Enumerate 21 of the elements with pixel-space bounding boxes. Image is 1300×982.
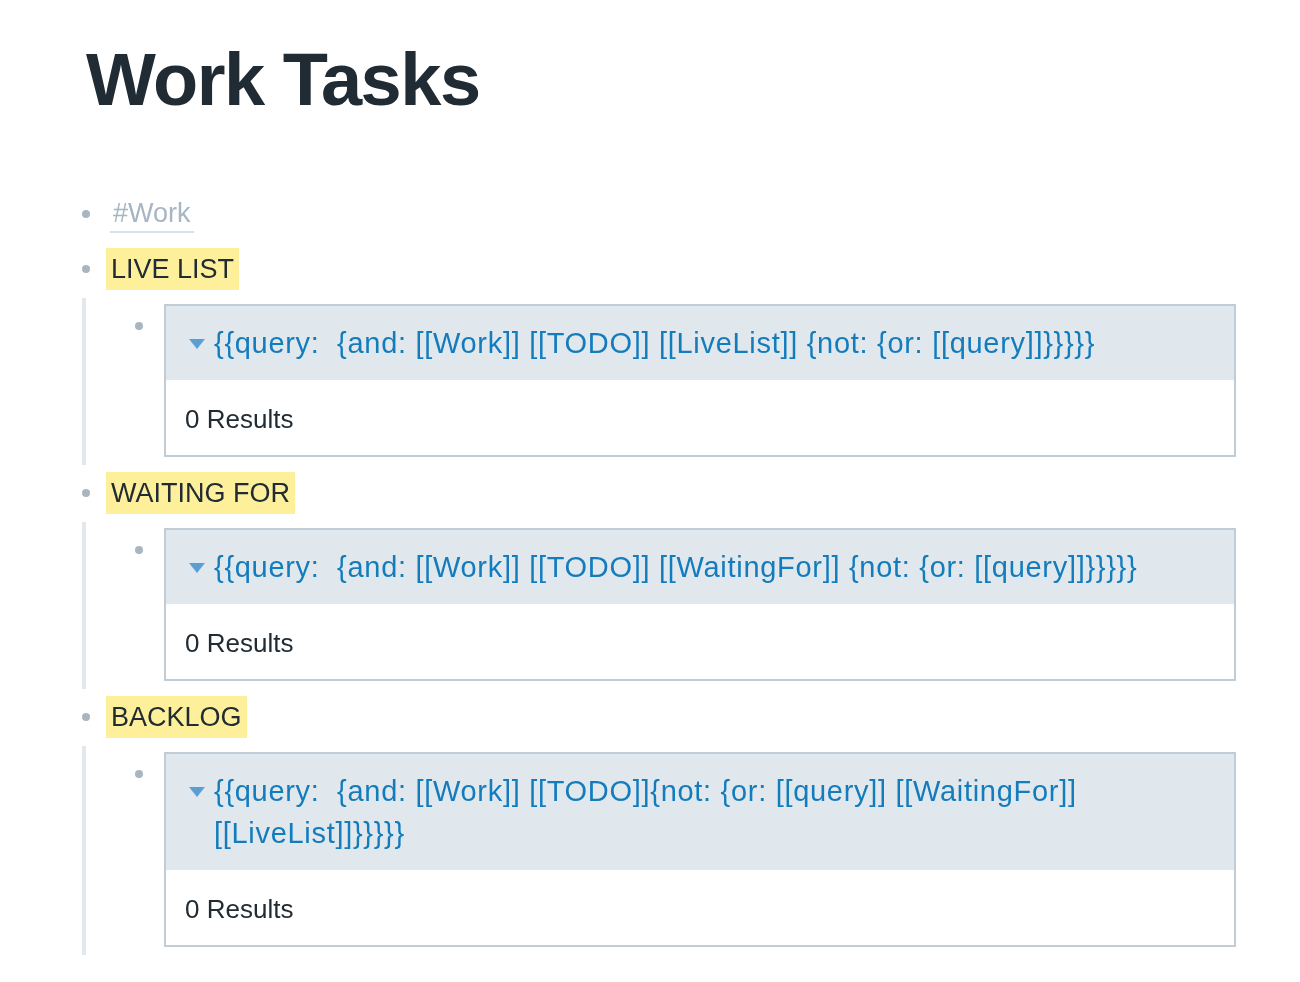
tag-link[interactable]: #Work: [110, 195, 194, 233]
caret-icon[interactable]: [189, 787, 205, 797]
results-count: 0 Results: [185, 404, 294, 434]
highlighted-text: BACKLOG: [106, 696, 247, 738]
page-title: Work Tasks: [86, 38, 480, 122]
bullet-icon[interactable]: [135, 322, 143, 330]
bullet-icon[interactable]: [82, 210, 90, 218]
bullet-icon[interactable]: [82, 265, 90, 273]
bullet-icon[interactable]: [135, 546, 143, 554]
query-text[interactable]: {{query: {and: [[Work]] [[TODO]] [[WaitingFor]] {not: {or: [[query]]}}}}}: [214, 546, 1217, 588]
bullet-icon[interactable]: [82, 489, 90, 497]
query-text[interactable]: {{query: {and: [[Work]] [[TODO]] [[LiveList]] {not: {or: [[query]]}}}}}: [214, 322, 1217, 364]
bullet-icon[interactable]: [135, 770, 143, 778]
query-text[interactable]: {{query: {and: [[Work]] [[TODO]]{not: {or: [[query]] [[WaitingFor]] [[LiveList]]}}}}}: [214, 770, 1217, 854]
highlighted-text: WAITING FOR: [106, 472, 295, 514]
highlighted-text: LIVE LIST: [106, 248, 240, 290]
bullet-icon[interactable]: [82, 713, 90, 721]
results-count: 0 Results: [185, 628, 294, 658]
caret-icon[interactable]: [189, 339, 205, 349]
results-count: 0 Results: [185, 894, 294, 924]
caret-icon[interactable]: [189, 563, 205, 573]
